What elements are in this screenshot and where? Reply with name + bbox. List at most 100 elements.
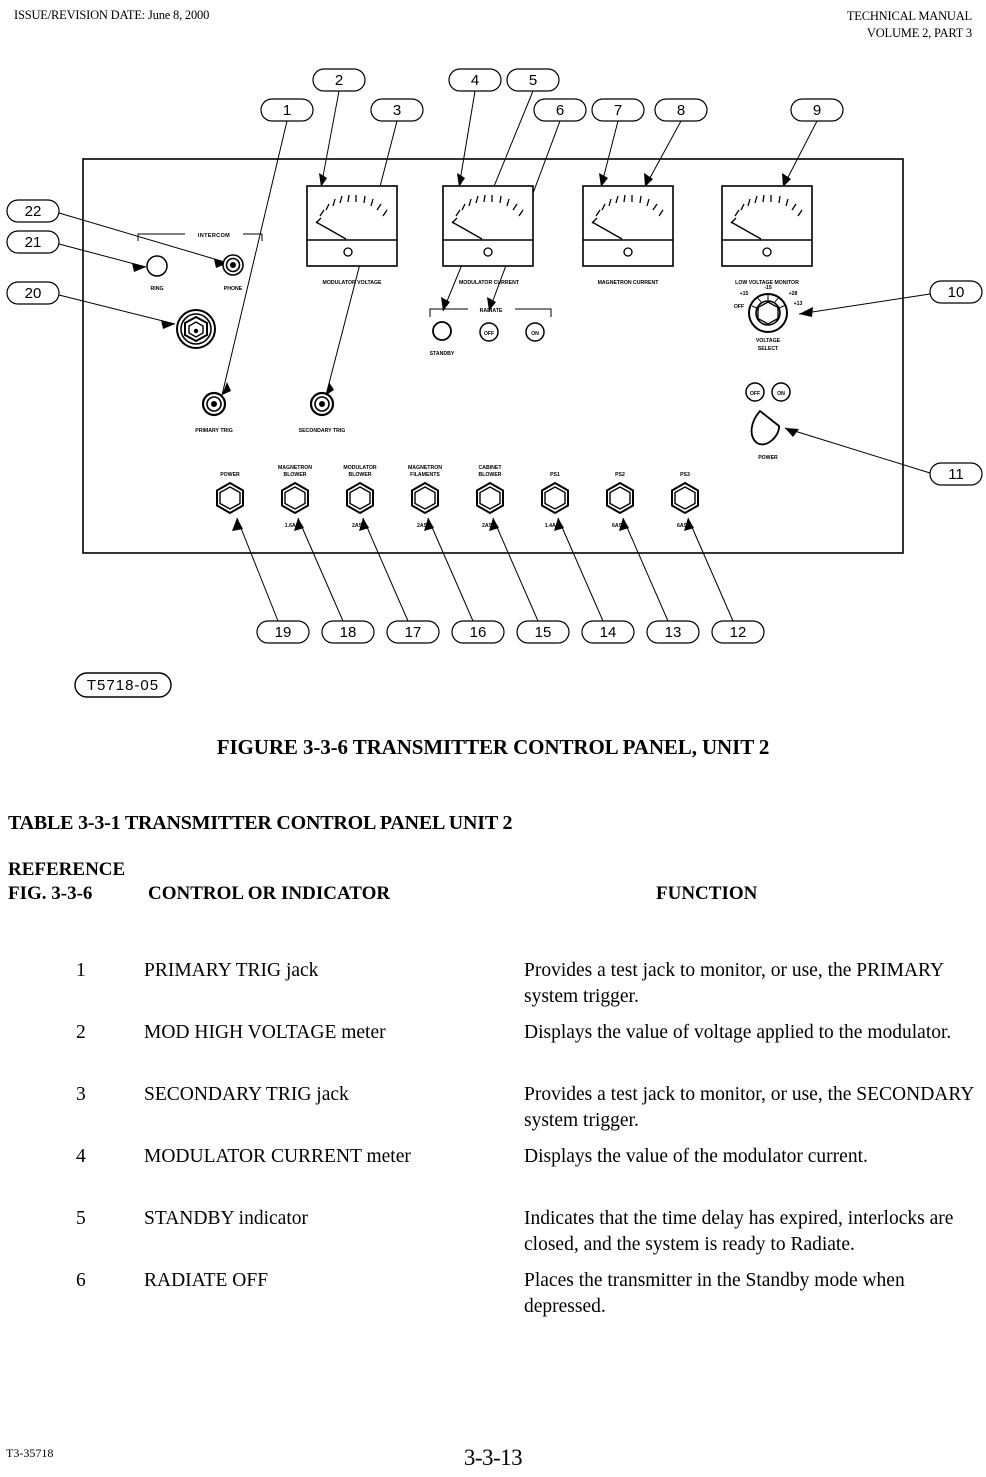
breaker-label-line2: BLOWER: [478, 472, 501, 478]
table-row: 1 PRIMARY TRIG jack Provides a test jack…: [0, 958, 986, 1007]
callout-7: 7: [591, 98, 645, 188]
primary-trig-jack: PRIMARY TRIG: [195, 391, 233, 434]
power-off-button: OFF: [745, 382, 765, 402]
row-function-text: Provides a test jack to monitor, or use,…: [524, 1084, 974, 1131]
callout-group-bottom: 19 18 17 16 15 14 13 12: [232, 517, 765, 644]
breaker-rating: 6AS: [612, 523, 623, 529]
volume-part-label: VOLUME 2, PART 3: [866, 26, 972, 40]
callout-19: 19: [232, 517, 310, 644]
row-reference-number: 5: [76, 1208, 86, 1229]
callout-label: 15: [535, 624, 552, 641]
breaker-label-line1: MAGNETRON: [278, 465, 312, 471]
voltage-select-pos-p28: +28: [789, 291, 798, 297]
header-function: FUNCTION: [656, 883, 758, 904]
meter-label: MAGNETRON CURRENT: [598, 280, 660, 286]
breaker-ps3: PS3 6AS: [671, 472, 699, 529]
radiate-on-label: ON: [531, 331, 539, 337]
table-title: TABLE 3-3-1 TRANSMITTER CONTROL PANEL UN…: [8, 812, 513, 834]
speaker-connector: [176, 309, 216, 349]
row-reference-number: 6: [76, 1270, 86, 1291]
breaker-label-line1: PS2: [615, 472, 625, 478]
table-row: 3 SECONDARY TRIG jack Provides a test ja…: [0, 1082, 986, 1131]
page-header: ISSUE/REVISION DATE: June 8, 2000 TECHNI…: [0, 8, 986, 48]
callout-label: 19: [275, 624, 292, 641]
voltage-select-pos-m15: -15: [764, 285, 772, 291]
primary-trig-label: PRIMARY TRIG: [195, 428, 232, 434]
breaker-label-line1: PS1: [550, 472, 560, 478]
callout-label: 21: [25, 234, 42, 251]
phone-label: PHONE: [224, 286, 243, 292]
meter-magnetron-current: MAGNETRON CURRENT: [582, 185, 674, 286]
breaker-cabinet-blower: CABINET BLOWER 2AS: [476, 465, 504, 529]
meter-label: MODULATOR VOLTAGE: [323, 280, 383, 286]
breaker-label-line1: PS3: [680, 472, 690, 478]
callout-label: 7: [614, 102, 622, 119]
control-indicator-table: 1 PRIMARY TRIG jack Provides a test jack…: [0, 958, 986, 1330]
row-reference-number: 1: [76, 960, 86, 981]
callout-label: 11: [948, 466, 964, 483]
secondary-trig-jack: SECONDARY TRIG: [299, 391, 346, 434]
callout-8: 8: [644, 98, 708, 188]
meter-modulator-current: MODULATOR CURRENT: [442, 185, 534, 286]
voltage-select-label-line1: VOLTAGE: [756, 338, 781, 344]
breaker-label-line1: CABINET: [478, 465, 502, 471]
table-row: 6 RADIATE OFF Places the transmitter in …: [0, 1268, 986, 1317]
header-reference: REFERENCE: [8, 859, 126, 880]
table-row: 2 MOD HIGH VOLTAGE meter Displays the va…: [0, 1020, 986, 1058]
row-control-name: RADIATE OFF: [144, 1270, 269, 1291]
power-group-label: POWER: [758, 455, 778, 461]
row-reference-number: 3: [76, 1084, 86, 1105]
power-on-label: ON: [777, 391, 785, 397]
callout-1: 1: [221, 98, 314, 396]
power-group-right: OFF ON POWER: [745, 382, 791, 461]
breaker-label-line1: MODULATOR: [343, 465, 376, 471]
intercom-group-label: INTERCOM: [198, 233, 230, 239]
callout-4: 4: [448, 68, 502, 188]
callout-label: 14: [600, 624, 617, 641]
callout-label: 9: [813, 102, 821, 119]
callout-label: 13: [665, 624, 682, 641]
drawing-number-label: T5718-05: [87, 677, 159, 694]
callout-label: 18: [340, 624, 357, 641]
callout-label: 10: [948, 284, 965, 301]
callout-label: 12: [730, 624, 747, 641]
row-function-text: Indicates that the time delay has expire…: [524, 1208, 954, 1255]
row-function-text: Displays the value of voltage applied to…: [524, 1022, 952, 1043]
callout-21: 21: [6, 230, 147, 272]
figure-caption: FIGURE 3-3-6 TRANSMITTER CONTROL PANEL, …: [216, 735, 770, 759]
callout-label: 4: [471, 72, 479, 89]
meter-label: MODULATOR CURRENT: [459, 280, 520, 286]
callout-label: 20: [25, 285, 42, 302]
breaker-ps1: PS1 1.4AS: [541, 472, 569, 529]
callout-group-right: 10 11: [784, 280, 983, 486]
radiate-off-label: OFF: [484, 331, 494, 337]
breaker-ps2: PS2 6AS: [606, 472, 634, 529]
callout-10: 10: [798, 280, 983, 317]
row-reference-number: 2: [76, 1022, 86, 1043]
meter-modulator-voltage: MODULATOR VOLTAGE: [306, 185, 398, 286]
radiate-off-button: OFF: [479, 322, 499, 342]
breaker-rating: 2AS: [482, 523, 493, 529]
callout-label: 1: [283, 102, 291, 119]
callout-label: 8: [677, 102, 685, 119]
radiate-section: RADIATE STANDBY OFF ON: [429, 308, 552, 357]
meter-low-voltage-monitor: LOW VOLTAGE MONITOR: [721, 185, 813, 286]
header-control-or-indicator: CONTROL OR INDICATOR: [148, 883, 391, 904]
breaker-rating: 1.6AS: [285, 523, 300, 529]
table-row: 4 MODULATOR CURRENT meter Displays the v…: [0, 1144, 986, 1182]
breaker-magnetron-filaments: MAGNETRON FILAMENTS 2AS: [408, 465, 442, 529]
secondary-trig-label: SECONDARY TRIG: [299, 428, 346, 434]
phone-jack: [222, 254, 244, 276]
callout-label: 17: [405, 624, 422, 641]
callout-label: 2: [335, 72, 343, 89]
standby-label: STANDBY: [430, 351, 455, 357]
row-function-text: Places the transmitter in the Standby mo…: [524, 1270, 905, 1317]
power-off-label: OFF: [750, 391, 760, 397]
technical-manual-label: TECHNICAL MANUAL: [846, 9, 972, 23]
voltage-select-control: OFF +15 -15 +28 +13 VOLTAGE SELECT: [734, 285, 803, 352]
callout-label: 6: [556, 102, 564, 119]
callout-11: 11: [784, 427, 983, 486]
breaker-label-line1: POWER: [220, 472, 240, 478]
breaker-label-line2: FILAMENTS: [410, 472, 440, 478]
voltage-select-pos-p15: +15: [740, 291, 749, 297]
